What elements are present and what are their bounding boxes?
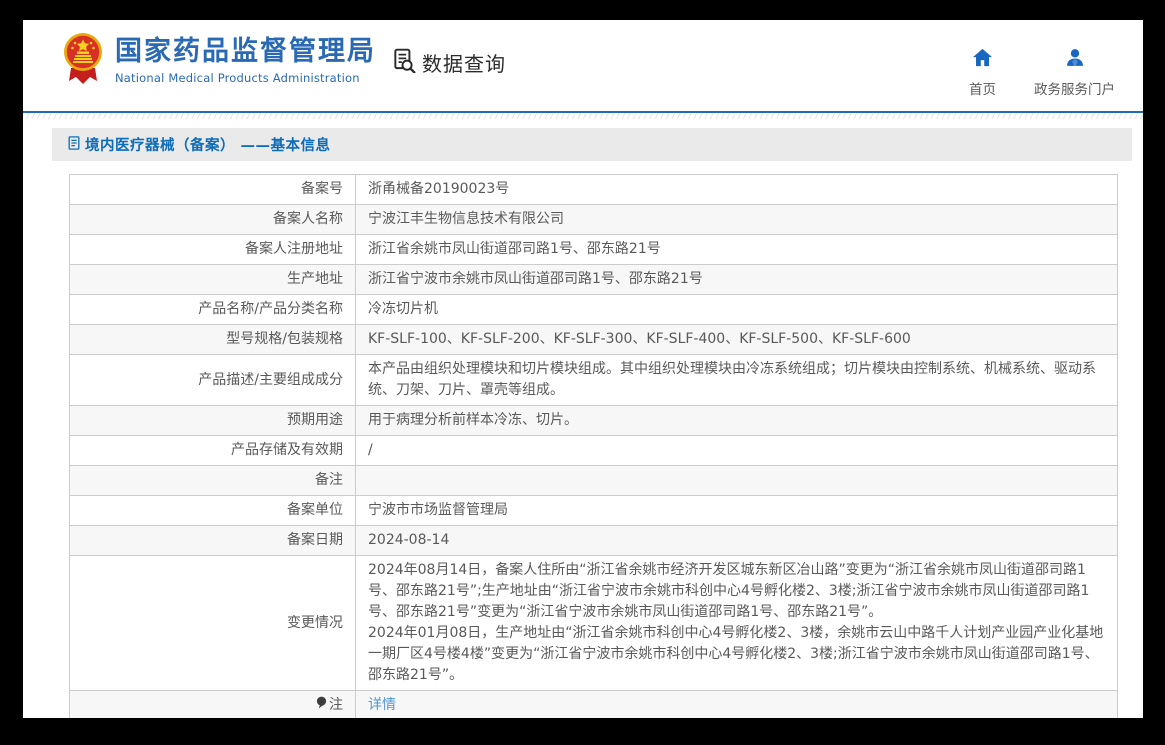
row-value: 用于病理分析前样本冷冻、切片。 (356, 406, 1118, 436)
table-row: 型号规格/包装规格 KF-SLF-100、KF-SLF-200、KF-SLF-3… (70, 325, 1118, 355)
row-value: 宁波江丰生物信息技术有限公司 (356, 205, 1118, 235)
table-row: 备注 (70, 466, 1118, 496)
row-label: 备案人名称 (70, 205, 356, 235)
document-icon (67, 135, 81, 155)
row-value (356, 466, 1118, 496)
row-label: 产品描述/主要组成成分 (70, 355, 356, 406)
page-title: 境内医疗器械（备案） ——基本信息 (85, 134, 331, 155)
table-row: 备案单位 宁波市市场监督管理局 (70, 496, 1118, 526)
data-query-label: 数据查询 (422, 48, 506, 77)
row-label: 型号规格/包装规格 (70, 325, 356, 355)
row-label: 注 (70, 691, 356, 719)
row-value: 本产品由组织处理模块和切片模块组成。其中组织处理模块由冷冻系统组成；切片模块由控… (356, 355, 1118, 406)
table-row: 预期用途 用于病理分析前样本冷冻、切片。 (70, 406, 1118, 436)
home-icon (972, 48, 993, 71)
row-label: 备案人注册地址 (70, 235, 356, 265)
org-name-en: National Medical Products Administration (115, 71, 376, 85)
nav-home[interactable]: 首页 (969, 41, 996, 98)
table-row: 产品描述/主要组成成分 本产品由组织处理模块和切片模块组成。其中组织处理模块由冷… (70, 355, 1118, 406)
row-value: 2024年08月14日，备案人住所由“浙江省余姚市经济开发区城东新区冶山路”变更… (356, 556, 1118, 691)
details-link[interactable]: 详情 (368, 697, 396, 713)
browser-page: 国家药品监督管理局 National Medical Products Admi… (23, 20, 1143, 718)
table-row: 备案日期 2024-08-14 (70, 526, 1118, 556)
data-query-heading: 数据查询 (391, 47, 506, 77)
decorative-stripe-band (23, 113, 1143, 119)
row-label: 预期用途 (70, 406, 356, 436)
row-value: 冷冻切片机 (356, 295, 1118, 325)
row-value: KF-SLF-100、KF-SLF-200、KF-SLF-300、KF-SLF-… (356, 325, 1118, 355)
row-label: 备案单位 (70, 496, 356, 526)
table-row-note: 注 详情 (70, 691, 1118, 719)
row-label: 备案日期 (70, 526, 356, 556)
china-national-emblem-logo (63, 31, 103, 89)
row-value: 详情 (356, 691, 1118, 719)
bulb-icon (316, 695, 327, 716)
table-row: 生产地址 浙江省宁波市余姚市凤山街道邵司路1号、邵东路21号 (70, 265, 1118, 295)
table-row: 产品名称/产品分类名称 冷冻切片机 (70, 295, 1118, 325)
table-row: 备案人名称 宁波江丰生物信息技术有限公司 (70, 205, 1118, 235)
top-nav: 首页 政务服务门户 (969, 41, 1115, 98)
nav-gov-portal-label: 政务服务门户 (1034, 78, 1115, 98)
row-value: 浙江省余姚市凤山街道邵司路1号、邵东路21号 (356, 235, 1118, 265)
row-label: 产品存储及有效期 (70, 436, 356, 466)
site-header: 国家药品监督管理局 National Medical Products Admi… (23, 20, 1143, 111)
row-value: / (356, 436, 1118, 466)
brand[interactable]: 国家药品监督管理局 National Medical Products Admi… (63, 31, 376, 89)
brand-text: 国家药品监督管理局 National Medical Products Admi… (115, 35, 376, 85)
row-value: 浙甬械备20190023号 (356, 175, 1118, 205)
breadcrumb: 境内医疗器械（备案） ——基本信息 (52, 128, 1132, 161)
row-label: 备案号 (70, 175, 356, 205)
document-search-icon (391, 47, 417, 77)
table-row: 产品存储及有效期 / (70, 436, 1118, 466)
row-label: 生产地址 (70, 265, 356, 295)
nav-home-label: 首页 (969, 78, 996, 98)
user-icon (1065, 48, 1085, 71)
row-label: 变更情况 (70, 556, 356, 691)
change-history-paragraph: 2024年01月08日，生产地址由“浙江省余姚市科创中心4号孵化楼2、3楼，余姚… (368, 623, 1105, 686)
table-row: 备案人注册地址 浙江省余姚市凤山街道邵司路1号、邵东路21号 (70, 235, 1118, 265)
org-name-cn: 国家药品监督管理局 (115, 35, 376, 69)
table-row-change-history: 变更情况 2024年08月14日，备案人住所由“浙江省余姚市经济开发区城东新区冶… (70, 556, 1118, 691)
row-value: 2024-08-14 (356, 526, 1118, 556)
row-value: 浙江省宁波市余姚市凤山街道邵司路1号、邵东路21号 (356, 265, 1118, 295)
table-row: 备案号 浙甬械备20190023号 (70, 175, 1118, 205)
registration-info-table: 备案号 浙甬械备20190023号 备案人名称 宁波江丰生物信息技术有限公司 备… (69, 174, 1118, 718)
nav-gov-portal[interactable]: 政务服务门户 (1034, 41, 1115, 98)
row-label: 产品名称/产品分类名称 (70, 295, 356, 325)
row-label: 备注 (70, 466, 356, 496)
row-value: 宁波市市场监督管理局 (356, 496, 1118, 526)
change-history-paragraph: 2024年08月14日，备案人住所由“浙江省余姚市经济开发区城东新区冶山路”变更… (368, 560, 1105, 623)
note-label: 注 (329, 695, 343, 716)
